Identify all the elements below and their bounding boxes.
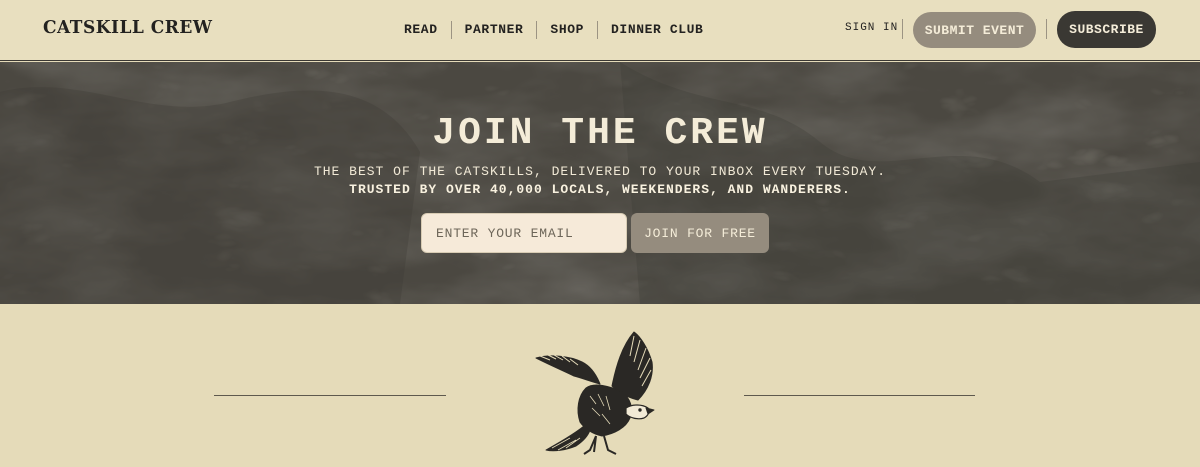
nav-item-read[interactable]: READ xyxy=(391,21,452,39)
site-header: CATSKILL CREW READ PARTNER SHOP DINNER C… xyxy=(0,0,1200,61)
sign-in-link[interactable]: SIGN IN xyxy=(845,22,898,34)
hero-trust-line: TRUSTED BY OVER 40,000 LOCALS, WEEKENDER… xyxy=(349,182,851,197)
submit-event-button[interactable]: SUBMIT EVENT xyxy=(913,12,1036,48)
join-for-free-button[interactable]: JOIN FOR FREE xyxy=(631,213,769,253)
hero-title: JOIN THE CREW xyxy=(432,112,768,155)
subscribe-button[interactable]: SUBSCRIBE xyxy=(1057,11,1156,48)
newsletter-hero: JOIN THE CREW THE BEST OF THE CATSKILLS,… xyxy=(0,62,1200,304)
header-divider xyxy=(902,19,903,39)
divider-line-right xyxy=(744,395,975,396)
eagle-illustration xyxy=(535,331,655,455)
main-nav: READ PARTNER SHOP DINNER CLUB xyxy=(391,20,716,40)
site-logo[interactable]: CATSKILL CREW xyxy=(43,18,212,39)
nav-item-shop[interactable]: SHOP xyxy=(537,21,599,39)
nav-item-dinner-club[interactable]: DINNER CLUB xyxy=(598,21,716,39)
header-divider xyxy=(1046,19,1047,39)
divider-line-left xyxy=(214,395,446,396)
nav-item-partner[interactable]: PARTNER xyxy=(452,21,538,39)
hero-subtitle: THE BEST OF THE CATSKILLS, DELIVERED TO … xyxy=(313,164,887,179)
email-input[interactable] xyxy=(421,213,627,253)
